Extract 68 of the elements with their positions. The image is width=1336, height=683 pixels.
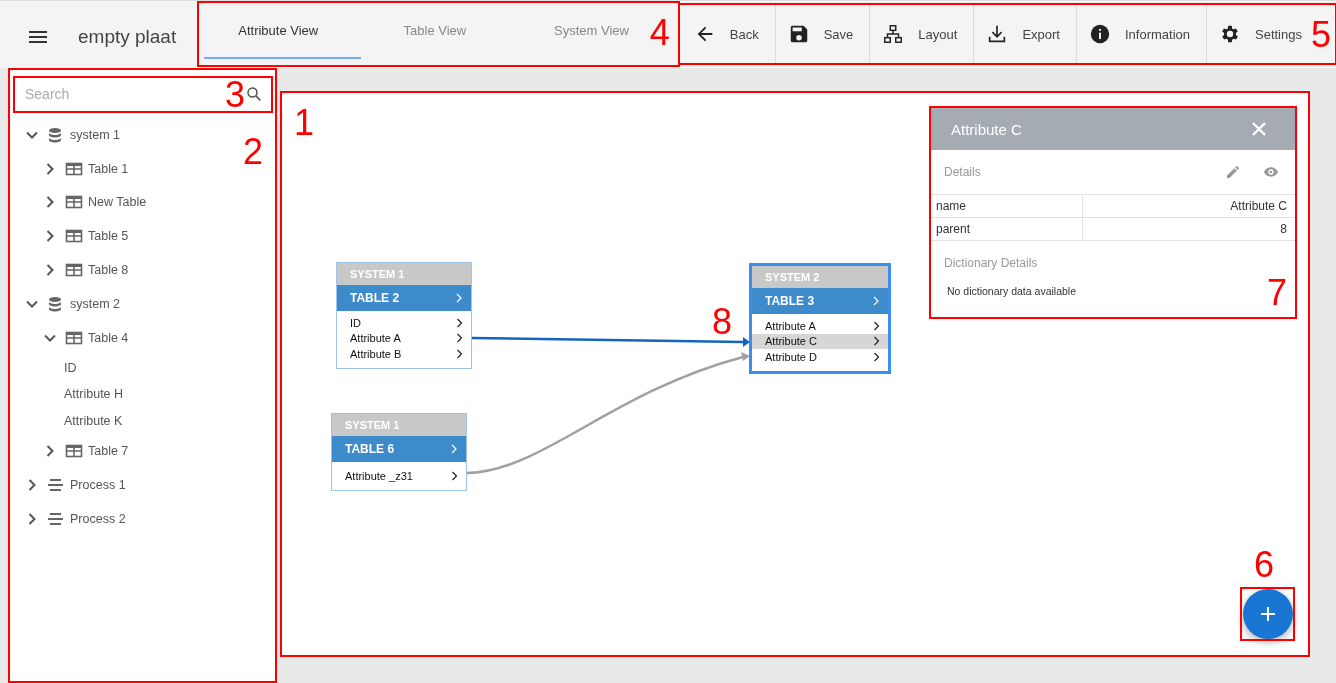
tree-item[interactable]: New Table	[88, 195, 147, 210]
toolbar-button[interactable]: Layout	[870, 3, 975, 65]
empty-message: No dictionary data available	[947, 285, 1077, 297]
section-title: Dictionary Details	[944, 256, 1039, 270]
toolbar-button[interactable]: Information	[1076, 3, 1207, 65]
annotation-number: 5	[1310, 17, 1331, 53]
tree-item[interactable]: Table 5	[88, 229, 129, 244]
annotation-number: 6	[1254, 547, 1275, 583]
view-tab[interactable]: Attribute View	[203, 3, 361, 59]
annotation-number: 8	[712, 304, 733, 340]
table-header[interactable]: TABLE 3	[752, 288, 888, 314]
chevron-right-icon[interactable]	[873, 336, 880, 347]
attribute-row[interactable]: Attribute _z31	[332, 462, 466, 490]
annotation-number: 1	[294, 105, 315, 141]
list-icon	[47, 510, 65, 527]
settings-icon	[1219, 23, 1241, 45]
tree-item[interactable]: Attribute K	[64, 413, 123, 428]
chevron-right-icon[interactable]	[873, 351, 880, 362]
chevron-right-icon[interactable]	[451, 471, 458, 481]
tree-item[interactable]: system 1	[70, 127, 120, 142]
annotation-number: 3	[224, 77, 245, 113]
chevron-right-icon[interactable]	[456, 348, 463, 359]
table-icon	[65, 228, 83, 245]
toolbar-button[interactable]: Back	[681, 3, 776, 65]
tree-item[interactable]: Process 1	[70, 477, 126, 492]
tree-item[interactable]: system 2	[70, 296, 120, 311]
attribute-row[interactable]: Attribute A	[752, 318, 888, 334]
toolbar-button[interactable]: Save	[775, 3, 871, 65]
panel-title: Attribute C	[951, 120, 1022, 138]
attribute-row[interactable]: Attribute C	[752, 333, 888, 349]
attribute-row[interactable]: Attribute B	[337, 346, 471, 362]
attribute-row[interactable]: Attribute D	[752, 349, 888, 365]
plus-icon	[1260, 606, 1276, 622]
property-name: parent	[931, 218, 1083, 240]
tree-item[interactable]: Table 8	[88, 263, 129, 278]
section-title: Details	[944, 165, 982, 179]
hierarchy-icon	[882, 23, 905, 45]
tree-item[interactable]: Table 1	[88, 161, 129, 176]
list-icon	[47, 476, 65, 493]
annotation-number: 4	[649, 15, 670, 51]
tree-item[interactable]: Process 2	[70, 511, 126, 526]
chevron-right-icon[interactable]	[873, 320, 880, 331]
table-header[interactable]: TABLE 2	[337, 285, 471, 311]
property-value: Attribute C	[1229, 198, 1288, 215]
tree-item[interactable]: Table 7	[88, 443, 129, 458]
tree-item[interactable]: Table 4	[88, 330, 129, 345]
tree-item[interactable]: ID	[64, 360, 77, 375]
annotation-number: 2	[242, 134, 263, 170]
eye-icon	[1263, 164, 1279, 180]
toolbar-button[interactable]: Export	[974, 3, 1077, 65]
table-header[interactable]: TABLE 6	[332, 436, 466, 462]
tree-item[interactable]: Attribute H	[64, 387, 124, 402]
annotation-number: 7	[1266, 275, 1287, 311]
chevron-right-icon[interactable]	[456, 317, 463, 328]
table-icon	[65, 194, 83, 211]
attribute-row[interactable]: Attribute A	[337, 330, 471, 346]
table-icon	[65, 442, 83, 459]
property-value: 8	[1279, 221, 1288, 238]
table-icon	[65, 329, 83, 346]
chevron-right-icon[interactable]	[456, 333, 463, 344]
info-icon	[1088, 23, 1111, 45]
app-title: empty plaat	[78, 26, 178, 49]
property-name: name	[931, 195, 1083, 217]
pencil-icon	[1225, 164, 1241, 180]
attribute-row[interactable]: ID	[337, 315, 471, 331]
table-icon	[65, 262, 83, 279]
search-icon[interactable]	[245, 85, 263, 103]
table-icon	[65, 160, 83, 177]
